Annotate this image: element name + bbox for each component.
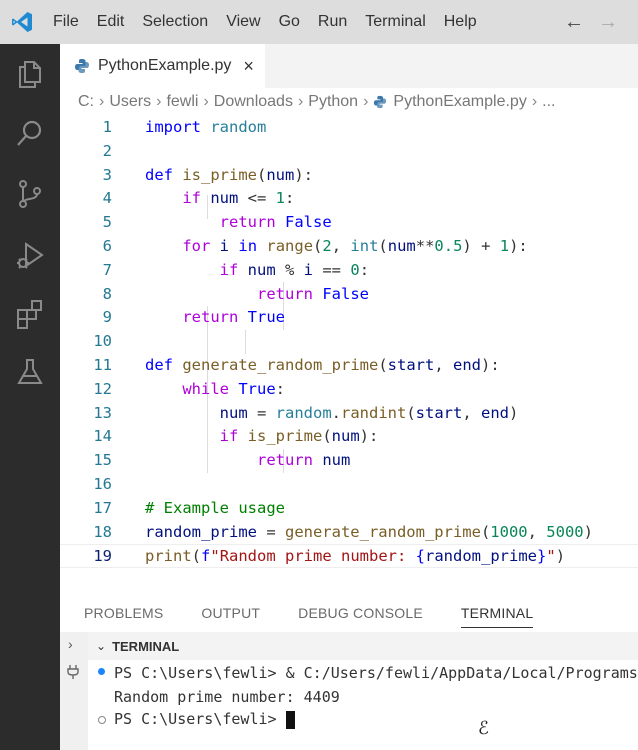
testing-icon[interactable] (14, 356, 46, 388)
breadcrumb-item[interactable]: PythonExample.py (393, 93, 526, 111)
vscode-logo-icon (12, 12, 32, 32)
indent-guide (245, 330, 246, 354)
terminal-prompt: PS C:\Users\fewli> (114, 710, 295, 729)
line-number: 12 (93, 379, 112, 398)
breadcrumb-item[interactable]: Downloads (214, 93, 293, 111)
panel-side-toolbar: › (60, 632, 88, 750)
tab-output[interactable]: OUTPUT (177, 596, 274, 630)
editor-tab-bar: PythonExample.py × (60, 44, 638, 88)
code-editor[interactable]: 1 import random 2 3 def is_prime(num): 4 i… (60, 116, 638, 576)
line-number: 3 (102, 165, 112, 184)
breadcrumb-item[interactable]: Users (109, 93, 151, 111)
menu-view[interactable]: View (217, 0, 269, 44)
line-number: 5 (102, 213, 112, 232)
breadcrumb-item[interactable]: fewli (166, 93, 198, 111)
code-line-current: 19 print(f"Random prime number: {random_p… (60, 544, 638, 569)
line-number: 19 (93, 547, 112, 566)
command-success-dot-icon (98, 668, 105, 675)
line-number: 18 (93, 522, 112, 541)
run-debug-icon[interactable] (14, 240, 46, 272)
plug-icon[interactable] (66, 664, 80, 680)
terminal-cursor (285, 710, 295, 729)
close-icon[interactable]: × (243, 56, 254, 77)
chevron-right-icon: › (297, 93, 304, 110)
menu-help[interactable]: Help (435, 0, 486, 44)
chevron-down-icon[interactable]: ⌄ (96, 639, 106, 653)
menu-file[interactable]: File (44, 0, 88, 44)
menu-terminal[interactable]: Terminal (356, 0, 434, 44)
breadcrumb-item[interactable]: Python (308, 93, 358, 111)
menu-selection[interactable]: Selection (133, 0, 217, 44)
line-number: 4 (102, 189, 112, 208)
breadcrumb: C: › Users › fewli › Downloads › Python … (78, 88, 555, 116)
tab-label: PythonExample.py (98, 57, 232, 74)
menu-run[interactable]: Run (309, 0, 356, 44)
line-number: 7 (102, 260, 112, 279)
line-number: 2 (102, 141, 112, 160)
explorer-icon[interactable] (14, 58, 46, 90)
extensions-icon[interactable] (14, 298, 46, 330)
text-cursor-icon: ℰ (478, 718, 489, 739)
line-number: 1 (102, 118, 112, 136)
source-control-icon[interactable] (14, 178, 46, 210)
line-number: 16 (93, 475, 112, 493)
prompt-text: PS C:\Users\fewli> (114, 710, 286, 728)
panel-tab-bar: PROBLEMS OUTPUT DEBUG CONSOLE TERMINAL (60, 596, 638, 630)
chevron-right-icon: › (363, 93, 369, 110)
chevron-right-icon: › (203, 93, 209, 110)
chevron-right-icon: › (156, 93, 162, 110)
line-number: 6 (102, 237, 112, 255)
breadcrumb-item[interactable]: C: (78, 93, 94, 111)
chevron-right-icon: › (531, 93, 538, 110)
line-number: 8 (102, 284, 112, 303)
title-bar: File Edit Selection View Go Run Terminal… (0, 0, 638, 44)
navigation-arrows: ← → (564, 0, 618, 44)
menu-go[interactable]: Go (270, 0, 309, 44)
forward-arrow-icon[interactable]: → (598, 11, 618, 34)
line-number: 15 (93, 451, 112, 470)
terminal-line: PS C:\Users\fewli> & C:/Users/fewli/AppD… (114, 664, 638, 682)
line-number: 17 (93, 498, 112, 517)
terminal-line: Random prime number: 4409 (114, 688, 340, 706)
chevron-right-icon[interactable]: › (68, 636, 73, 652)
line-number: 9 (102, 308, 112, 327)
menu-bar: File Edit Selection View Go Run Terminal… (44, 0, 486, 44)
line-number: 11 (93, 356, 112, 374)
menu-edit[interactable]: Edit (88, 0, 134, 44)
terminal-header: ⌄ TERMINAL (88, 632, 638, 660)
tab-debug-console[interactable]: DEBUG CONSOLE (274, 596, 437, 630)
python-file-icon (75, 59, 89, 73)
back-arrow-icon[interactable]: ← (564, 11, 584, 34)
activity-bar (0, 44, 60, 750)
tab-problems[interactable]: PROBLEMS (60, 596, 177, 630)
terminal-title: TERMINAL (112, 638, 180, 654)
python-file-icon (374, 95, 387, 109)
chevron-right-icon: › (99, 93, 105, 110)
line-number: 10 (93, 332, 112, 351)
breadcrumb-item[interactable]: ... (542, 93, 555, 111)
command-pending-dot-icon (98, 716, 106, 724)
search-icon[interactable] (14, 118, 46, 150)
tab-terminal[interactable]: TERMINAL (437, 596, 547, 630)
terminal-output[interactable]: PS C:\Users\fewli> & C:/Users/fewli/AppD… (88, 660, 638, 750)
line-number: 14 (93, 427, 112, 446)
line-number: 13 (93, 403, 112, 422)
tab-python-example[interactable]: PythonExample.py × (60, 44, 265, 88)
